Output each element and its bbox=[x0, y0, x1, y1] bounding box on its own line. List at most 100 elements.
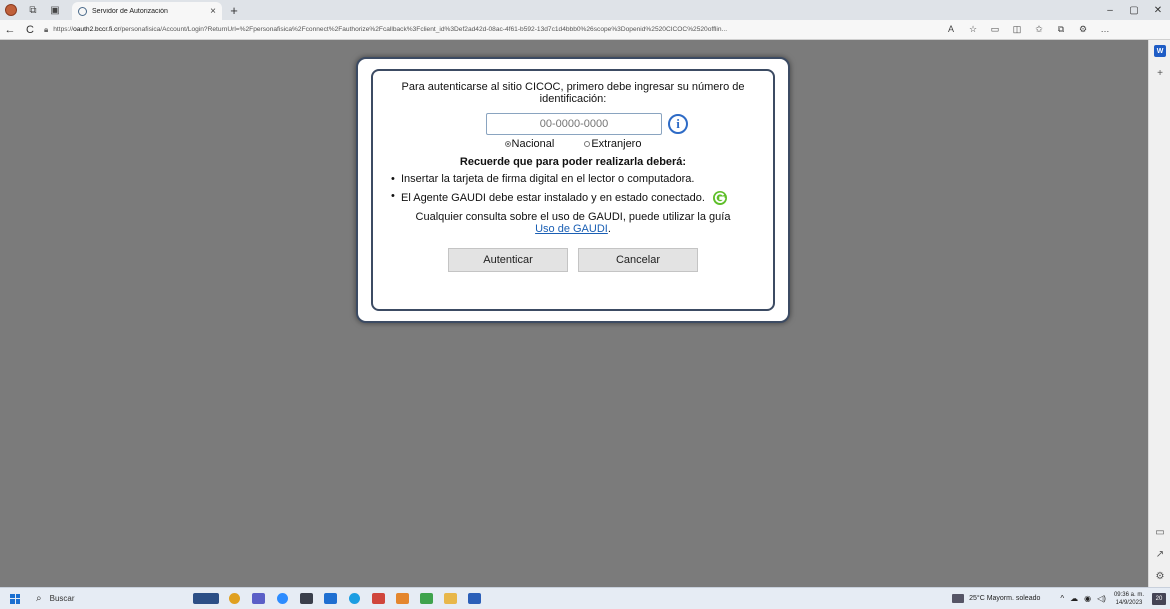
clock-time: 09:36 a. m. bbox=[1113, 591, 1144, 598]
dialog-actions: Autenticar Cancelar bbox=[383, 248, 763, 272]
chevron-up-icon[interactable]: ^ bbox=[1060, 594, 1064, 603]
bccr-app-icon[interactable] bbox=[190, 588, 222, 609]
url-field[interactable]: 🔒︎ https://oauth2.bccr.fi.cr/personafisi… bbox=[44, 22, 934, 38]
radio-extranjero-label: Extranjero bbox=[591, 138, 642, 150]
terminal-icon[interactable] bbox=[294, 588, 318, 609]
sidebar-item-word[interactable]: W bbox=[1149, 40, 1170, 62]
favorites-icon[interactable]: ✩ bbox=[1028, 24, 1050, 35]
sidebar-bottom: ▭ ↗ ⚙ bbox=[1149, 521, 1170, 587]
url-path: /personafisica/Account/Login?ReturnUrl=%… bbox=[119, 26, 728, 33]
id-input-row: i bbox=[411, 113, 763, 135]
clock-date: 14/9/2023 bbox=[1115, 599, 1143, 606]
gaudi-guide-link[interactable]: Uso de GAUDI bbox=[535, 223, 608, 235]
requirement-text-2-wrap: El Agente GAUDI debe estar instalado y e… bbox=[401, 190, 728, 206]
list-item: • Insertar la tarjeta de firma digital e… bbox=[391, 173, 763, 185]
weather-icon bbox=[952, 594, 965, 603]
auth-dialog: Para autenticarse al sitio CICOC, primer… bbox=[356, 57, 790, 323]
notifications-badge[interactable]: 20 bbox=[1152, 592, 1166, 605]
requirements-heading: Recuerde que para poder realizarla deber… bbox=[459, 156, 687, 168]
taskbar-search[interactable]: ⌕ Buscar bbox=[30, 588, 140, 609]
weather-text: 25°C Mayorm. soleado bbox=[969, 595, 1041, 602]
file-explorer-icon[interactable] bbox=[438, 588, 462, 609]
teams-icon[interactable] bbox=[246, 588, 270, 609]
list-item: • El Agente GAUDI debe estar instalado y… bbox=[391, 190, 763, 206]
info-icon[interactable]: i bbox=[668, 114, 688, 134]
auth-dialog-inner: Para autenticarse al sitio CICOC, primer… bbox=[371, 69, 775, 311]
zoom-icon[interactable] bbox=[270, 588, 294, 609]
reading-view-icon[interactable]: ◫ bbox=[1006, 24, 1028, 35]
sidebar-toggle-icon[interactable]: ▭ bbox=[1149, 521, 1170, 543]
read-aloud-icon[interactable]: A bbox=[940, 24, 962, 35]
radio-extranjero-dot[interactable] bbox=[584, 141, 591, 147]
intro-text: Para autenticarse al sitio CICOC, primer… bbox=[401, 81, 745, 105]
restore-button[interactable]: ▢ bbox=[1122, 5, 1146, 16]
windows-taskbar: ⌕ Buscar 25°C Mayorm. soleado ^ ☁ ◉ ◁) 0… bbox=[0, 587, 1170, 609]
sidebar-settings-icon[interactable]: ⚙ bbox=[1149, 565, 1170, 587]
extensions-icon[interactable]: ⚙ bbox=[1072, 24, 1094, 35]
tab-actions-icon[interactable]: ▣ bbox=[44, 0, 66, 20]
sidebar-add-button[interactable]: + bbox=[1149, 62, 1170, 84]
close-window-button[interactable]: ✕ bbox=[1146, 5, 1170, 16]
new-tab-button[interactable]: + bbox=[226, 2, 242, 18]
page-content: Para autenticarse al sitio CICOC, primer… bbox=[0, 40, 1148, 587]
app-icon-green[interactable] bbox=[414, 588, 438, 609]
weather-widget[interactable]: 25°C Mayorm. soleado bbox=[952, 594, 1040, 603]
radio-nacional-dot[interactable] bbox=[504, 141, 511, 147]
requirements-list: • Insertar la tarjeta de firma digital e… bbox=[383, 173, 763, 206]
more-menu-icon[interactable]: … bbox=[1094, 24, 1116, 35]
word-icon: W bbox=[1154, 45, 1166, 57]
clock[interactable]: 09:36 a. m. 14/9/2023 bbox=[1114, 591, 1144, 607]
id-number-input[interactable] bbox=[486, 113, 662, 135]
system-tray: 25°C Mayorm. soleado ^ ☁ ◉ ◁) 09:36 a. m… bbox=[952, 591, 1170, 607]
collections-icon[interactable]: ⧉ bbox=[1050, 24, 1072, 35]
profile-avatar[interactable] bbox=[0, 0, 22, 20]
tab-close-icon[interactable]: × bbox=[210, 6, 216, 17]
split-screen-icon[interactable]: ▭ bbox=[984, 24, 1006, 35]
address-bar-row: ← C 🔒︎ https://oauth2.bccr.fi.cr/persona… bbox=[0, 20, 1170, 40]
outlook-icon[interactable] bbox=[318, 588, 342, 609]
site-favicon-icon bbox=[78, 6, 87, 16]
help-text: Cualquier consulta sobre el uso de GAUDI… bbox=[383, 211, 763, 235]
word-app-icon[interactable] bbox=[462, 588, 486, 609]
window-controls: – ▢ ✕ bbox=[1098, 5, 1170, 16]
radio-nacional-label: Nacional bbox=[511, 138, 555, 150]
help-text-end: . bbox=[607, 223, 611, 235]
app-icon-orange[interactable] bbox=[390, 588, 414, 609]
tray-icons: ^ ☁ ◉ ◁) bbox=[1060, 594, 1106, 603]
app-icon-red[interactable] bbox=[366, 588, 390, 609]
tab-servidor-autorizacion[interactable]: Servidor de Autorización × bbox=[72, 2, 222, 20]
onedrive-icon[interactable]: ☁ bbox=[1070, 594, 1078, 603]
edge-icon[interactable] bbox=[342, 588, 366, 609]
avatar bbox=[5, 4, 17, 16]
external-open-icon[interactable]: ↗ bbox=[1149, 543, 1170, 565]
bullet-dot: • bbox=[391, 173, 395, 185]
id-type-radios: Nacional Extranjero bbox=[383, 138, 763, 150]
workspaces-icon[interactable]: ⧉ bbox=[22, 0, 44, 20]
start-button[interactable] bbox=[0, 588, 30, 609]
url-host: oauth2.bccr.fi.cr bbox=[73, 26, 120, 33]
browser-tab-bar: ⧉ ▣ Servidor de Autorización × + – ▢ ✕ bbox=[0, 0, 1170, 20]
cancel-button[interactable]: Cancelar bbox=[578, 248, 698, 272]
network-icon[interactable]: ◉ bbox=[1084, 594, 1091, 603]
radio-nacional[interactable]: Nacional bbox=[504, 138, 555, 150]
windows-logo-icon bbox=[10, 593, 20, 604]
radio-extranjero[interactable]: Extranjero bbox=[584, 138, 641, 150]
requirement-text-2: El Agente GAUDI debe estar instalado y e… bbox=[401, 191, 705, 204]
requirement-text-1: Insertar la tarjeta de firma digital en … bbox=[401, 173, 695, 185]
back-button[interactable]: ← bbox=[0, 20, 20, 40]
minimize-button[interactable]: – bbox=[1098, 5, 1122, 16]
authenticate-button[interactable]: Autenticar bbox=[448, 248, 568, 272]
search-label: Buscar bbox=[49, 594, 75, 603]
gaudi-logo-icon bbox=[712, 191, 727, 205]
bullet-dot: • bbox=[391, 190, 395, 202]
chrome-icon[interactable] bbox=[222, 588, 246, 609]
tab-title: Servidor de Autorización bbox=[92, 7, 168, 15]
search-icon: ⌕ bbox=[36, 593, 42, 604]
favorite-star-icon[interactable]: ☆ bbox=[962, 24, 984, 35]
refresh-button[interactable]: C bbox=[20, 20, 40, 40]
help-text-body: Cualquier consulta sobre el uso de GAUDI… bbox=[415, 211, 731, 223]
lock-icon[interactable]: 🔒︎ bbox=[44, 25, 48, 35]
address-bar-tools: A ☆ ▭ ◫ ✩ ⧉ ⚙ … bbox=[940, 24, 1116, 35]
url-scheme: https:// bbox=[53, 26, 74, 33]
volume-icon[interactable]: ◁) bbox=[1097, 594, 1106, 603]
